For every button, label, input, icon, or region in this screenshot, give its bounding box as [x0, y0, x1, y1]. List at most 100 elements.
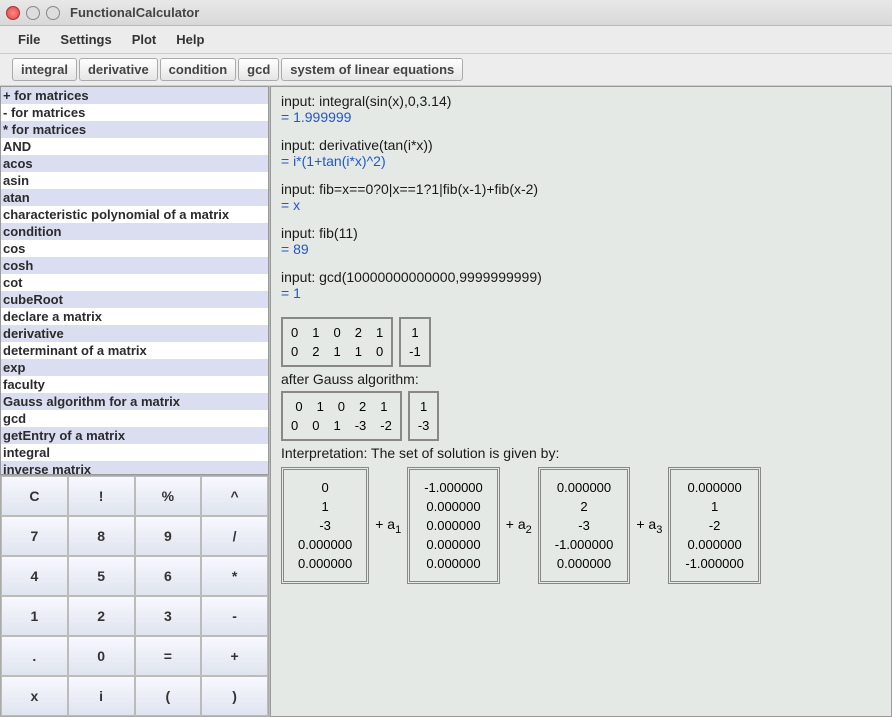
keypad-key[interactable]: (	[135, 676, 202, 716]
matrix-cell: -1.000000	[422, 478, 485, 497]
gauss-matrix: 01021001-3-2 1-3	[281, 391, 439, 441]
list-item[interactable]: faculty	[1, 376, 268, 393]
keypad-key[interactable]: 3	[135, 596, 202, 636]
tool-integral[interactable]: integral	[12, 58, 77, 81]
list-item[interactable]: * for matrices	[1, 121, 268, 138]
menu-plot[interactable]: Plot	[122, 30, 167, 49]
history-result: = x	[281, 197, 881, 213]
list-item[interactable]: asin	[1, 172, 268, 189]
keypad-key[interactable]: i	[68, 676, 135, 716]
matrix-cell: 0	[374, 342, 385, 361]
list-item[interactable]: + for matrices	[1, 87, 268, 104]
matrix-cell: 2	[353, 323, 364, 342]
list-item[interactable]: Gauss algorithm for a matrix	[1, 393, 268, 410]
matrix-cell: 0	[336, 397, 347, 416]
window-controls	[6, 6, 60, 20]
keypad-key[interactable]: 1	[1, 596, 68, 636]
keypad-key[interactable]: x	[1, 676, 68, 716]
keypad-key[interactable]: 5	[68, 556, 135, 596]
keypad-key[interactable]: *	[201, 556, 268, 596]
matrix-cell: 0	[289, 342, 300, 361]
list-item[interactable]: cos	[1, 240, 268, 257]
keypad-key[interactable]: .	[1, 636, 68, 676]
matrix-cell: 1	[374, 323, 385, 342]
solution-vector-3: 0.0000001-20.000000-1.000000	[668, 467, 761, 584]
keypad-key[interactable]: ^	[201, 476, 268, 516]
coef-a3: + a3	[636, 516, 662, 536]
list-item[interactable]: derivative	[1, 325, 268, 342]
function-list[interactable]: + for matrices- for matrices* for matric…	[0, 86, 269, 475]
toolbar: integral derivative condition gcd system…	[0, 54, 892, 86]
history-input: input: integral(sin(x),0,3.14)	[281, 93, 881, 109]
matrix-cell: 0.000000	[424, 554, 482, 573]
menu-file[interactable]: File	[8, 30, 50, 49]
matrix-cell: -3	[317, 516, 333, 535]
solution-row: 01-30.0000000.000000 + a1 -1.0000000.000…	[281, 467, 881, 584]
maximize-icon[interactable]	[46, 6, 60, 20]
matrix-cell: 1	[320, 497, 331, 516]
matrix-cell: -3	[353, 416, 369, 435]
menu-settings[interactable]: Settings	[50, 30, 121, 49]
list-item[interactable]: determinant of a matrix	[1, 342, 268, 359]
list-item[interactable]: cubeRoot	[1, 291, 268, 308]
matrix-cell: 0.000000	[555, 554, 613, 573]
keypad: C!%^ 789/ 456* 123-.0=+ xi()	[0, 475, 269, 717]
keypad-key[interactable]: 9	[135, 516, 202, 556]
list-item[interactable]: inverse matrix	[1, 461, 268, 475]
window-title: FunctionalCalculator	[70, 5, 199, 20]
matrix-cell: 0	[289, 323, 300, 342]
list-item[interactable]: exp	[1, 359, 268, 376]
tool-derivative[interactable]: derivative	[79, 58, 158, 81]
interpretation-label: Interpretation: The set of solution is g…	[281, 445, 881, 461]
keypad-key[interactable]: C	[1, 476, 68, 516]
list-item[interactable]: AND	[1, 138, 268, 155]
tool-condition[interactable]: condition	[160, 58, 237, 81]
keypad-key[interactable]: 0	[68, 636, 135, 676]
matrix-cell: 2	[357, 397, 368, 416]
matrix-cell: 1	[315, 397, 326, 416]
keypad-key[interactable]: )	[201, 676, 268, 716]
matrix-cell: 0	[293, 397, 304, 416]
matrix-cell: 0.000000	[685, 535, 743, 554]
list-item[interactable]: cot	[1, 274, 268, 291]
history-result: = 1.999999	[281, 109, 881, 125]
close-icon[interactable]	[6, 6, 20, 20]
list-item[interactable]: gcd	[1, 410, 268, 427]
keypad-key[interactable]: 2	[68, 596, 135, 636]
keypad-key[interactable]: !	[68, 476, 135, 516]
keypad-key[interactable]: /	[201, 516, 268, 556]
list-item[interactable]: atan	[1, 189, 268, 206]
list-item[interactable]: declare a matrix	[1, 308, 268, 325]
list-item[interactable]: acos	[1, 155, 268, 172]
keypad-key[interactable]: =	[135, 636, 202, 676]
list-item[interactable]: characteristic polynomial of a matrix	[1, 206, 268, 223]
matrix-cell: 0.000000	[296, 535, 354, 554]
keypad-key[interactable]: 7	[1, 516, 68, 556]
list-item[interactable]: - for matrices	[1, 104, 268, 121]
keypad-key[interactable]: -	[201, 596, 268, 636]
matrix-cell: 0.000000	[685, 478, 743, 497]
list-item[interactable]: getEntry of a matrix	[1, 427, 268, 444]
coef-a2: + a2	[506, 516, 532, 536]
keypad-key[interactable]: %	[135, 476, 202, 516]
keypad-key[interactable]: 6	[135, 556, 202, 596]
list-item[interactable]: cosh	[1, 257, 268, 274]
keypad-key[interactable]: +	[201, 636, 268, 676]
tool-gcd[interactable]: gcd	[238, 58, 279, 81]
list-item[interactable]: integral	[1, 444, 268, 461]
keypad-key[interactable]: 4	[1, 556, 68, 596]
list-item[interactable]: condition	[1, 223, 268, 240]
tool-linear-system[interactable]: system of linear equations	[281, 58, 463, 81]
minimize-icon[interactable]	[26, 6, 40, 20]
matrix-cell: 1	[378, 397, 389, 416]
matrix-cell: 0.000000	[424, 535, 482, 554]
history-input: input: fib=x==0?0|x==1?1|fib(x-1)+fib(x-…	[281, 181, 881, 197]
menu-help[interactable]: Help	[166, 30, 214, 49]
output-panel[interactable]: input: integral(sin(x),0,3.14)= 1.999999…	[270, 86, 892, 717]
matrix-cell: 1	[331, 416, 342, 435]
matrix-cell: 0	[320, 478, 331, 497]
history-result: = 89	[281, 241, 881, 257]
matrix-cell: -1.000000	[553, 535, 616, 554]
keypad-key[interactable]: 8	[68, 516, 135, 556]
matrix-cell: 1	[310, 323, 321, 342]
